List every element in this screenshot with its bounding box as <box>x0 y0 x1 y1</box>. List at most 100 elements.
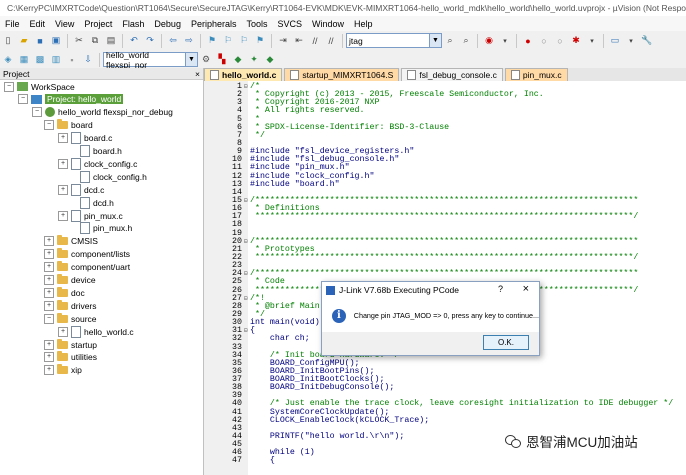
collapse-icon[interactable]: − <box>32 107 42 118</box>
build-icon[interactable]: ▦ <box>17 53 31 66</box>
tree-item[interactable]: + pin_mux.c <box>58 209 123 222</box>
expand-icon[interactable]: + <box>44 287 54 298</box>
rebuild-icon[interactable]: ▩ <box>33 53 47 66</box>
ok-button[interactable]: O.K. <box>483 335 529 350</box>
find-combo[interactable]: jtag ▼ <box>346 33 442 48</box>
tab-hello-world-c[interactable]: hello_world.c <box>204 68 283 81</box>
copy-icon[interactable]: ⧉ <box>88 34 102 47</box>
paste-icon[interactable]: ▤ <box>104 34 118 47</box>
undo-icon[interactable]: ↶ <box>127 34 141 47</box>
save-all-icon[interactable]: ▣ <box>49 34 63 47</box>
target-options-icon[interactable]: ⚙ <box>199 53 213 66</box>
expand-icon[interactable]: + <box>58 158 68 169</box>
expand-icon[interactable]: + <box>44 236 54 247</box>
menu-tools[interactable]: Tools <box>241 19 272 29</box>
tree-item[interactable]: − Project: hello_world <box>18 93 124 106</box>
tree-item[interactable]: + component/lists <box>44 248 130 261</box>
tree-item[interactable]: + utilities <box>44 351 97 364</box>
incremental-find-icon[interactable]: ⌕ <box>459 34 473 47</box>
menu-window[interactable]: Window <box>307 19 349 29</box>
cut-icon[interactable]: ✂ <box>72 34 86 47</box>
help-button[interactable]: ? <box>498 284 503 294</box>
menu-peripherals[interactable]: Peripherals <box>186 19 242 29</box>
menu-view[interactable]: View <box>50 19 79 29</box>
download-icon[interactable]: ⇩ <box>81 53 95 66</box>
expand-icon[interactable]: + <box>44 365 54 376</box>
tree-item[interactable]: + startup <box>44 338 97 351</box>
nav-forward-icon[interactable]: ⇨ <box>182 34 196 47</box>
expand-icon[interactable]: + <box>44 300 54 311</box>
menu-edit[interactable]: Edit <box>25 19 51 29</box>
close-button[interactable]: × <box>523 283 529 295</box>
tree-item[interactable]: + xip <box>44 364 82 377</box>
file-extensions-icon[interactable]: ▚ <box>215 53 229 66</box>
tab-startup-s[interactable]: startup_MIMXRT1064.S <box>284 68 400 81</box>
bookmark-icon[interactable]: ⚑ <box>205 34 219 47</box>
expand-icon[interactable]: + <box>58 184 68 195</box>
uncomment-icon[interactable]: // <box>324 34 338 47</box>
manage-components-icon[interactable]: ◆ <box>231 53 245 66</box>
chevron-down-icon[interactable]: ▼ <box>429 34 441 47</box>
collapse-icon[interactable]: − <box>4 81 14 92</box>
bookmark-prev-icon[interactable]: ⚐ <box>221 34 235 47</box>
expand-icon[interactable]: + <box>58 210 68 221</box>
menu-file[interactable]: File <box>0 19 25 29</box>
tree-item[interactable]: − board <box>44 119 93 132</box>
tree-item[interactable]: pin_mux.h <box>68 222 132 235</box>
target-select[interactable]: hello_world flexspi_nor_ ▼ <box>103 50 198 70</box>
breakpoint-insert-icon[interactable]: ● <box>521 34 535 47</box>
chevron-down-icon[interactable]: ▼ <box>185 53 197 66</box>
expand-icon[interactable]: + <box>44 352 54 363</box>
collapse-icon[interactable]: − <box>18 94 28 105</box>
tab-fsl-debug-console-c[interactable]: fsl_debug_console.c <box>401 68 503 81</box>
expand-icon[interactable]: + <box>58 133 68 144</box>
tree-item[interactable]: + hello_world.c <box>58 325 134 338</box>
breakpoint-enable-icon[interactable]: ○ <box>537 34 551 47</box>
batch-build-icon[interactable]: ▥ <box>49 53 63 66</box>
tree-item[interactable]: − hello_world flexspi_nor_debug <box>32 106 173 119</box>
tree-item[interactable]: − WorkSpace <box>4 80 75 93</box>
expand-icon[interactable]: + <box>44 275 54 285</box>
expand-icon[interactable]: + <box>44 339 54 350</box>
menu-flash[interactable]: Flash <box>117 19 149 29</box>
configure-icon[interactable]: 🔧 <box>640 34 654 47</box>
debug-session-icon[interactable]: ◉ <box>482 34 496 47</box>
close-icon[interactable]: × <box>195 69 200 79</box>
stop-build-icon[interactable]: ▪ <box>65 53 79 66</box>
expand-icon[interactable]: + <box>44 262 54 273</box>
menu-svcs[interactable]: SVCS <box>273 19 308 29</box>
nav-back-icon[interactable]: ⇦ <box>166 34 180 47</box>
breakpoint-dropdown-icon[interactable]: ▾ <box>585 34 599 47</box>
code-editor[interactable]: 1 ⊟/* 2 * Copyright (c) 2013 - 2015, Frees… <box>204 81 686 475</box>
unindent-icon[interactable]: ⇤ <box>292 34 306 47</box>
select-software-packs-icon[interactable]: ◆ <box>263 53 277 66</box>
bookmark-next-icon[interactable]: ⚐ <box>237 34 251 47</box>
redo-icon[interactable]: ↷ <box>143 34 157 47</box>
tree-item[interactable]: + doc <box>44 286 85 299</box>
collapse-icon[interactable]: − <box>44 120 54 131</box>
tree-item[interactable]: + component/uart <box>44 261 130 274</box>
find-in-files-icon[interactable]: ⌕ <box>443 34 457 47</box>
tree-item[interactable]: dcd.h <box>68 196 114 209</box>
tree-item[interactable]: − source <box>44 312 97 325</box>
menu-debug[interactable]: Debug <box>149 19 186 29</box>
tree-item[interactable]: + device <box>44 274 96 287</box>
translate-icon[interactable]: ◈ <box>1 53 15 66</box>
tab-pin-mux-c[interactable]: pin_mux.c <box>504 68 568 81</box>
tree-item[interactable]: + board.c <box>58 132 112 145</box>
menu-help[interactable]: Help <box>349 19 378 29</box>
comment-icon[interactable]: // <box>308 34 322 47</box>
breakpoint-disable-all-icon[interactable]: ○ <box>553 34 567 47</box>
open-file-icon[interactable]: ▰ <box>17 34 31 47</box>
breakpoint-kill-all-icon[interactable]: ✱ <box>569 34 583 47</box>
pack-installer-icon[interactable]: ✦ <box>247 53 261 66</box>
bookmark-clear-icon[interactable]: ⚑ <box>253 34 267 47</box>
window-layout-dropdown-icon[interactable]: ▾ <box>624 34 638 47</box>
tree-item[interactable]: board.h <box>68 145 122 158</box>
expand-icon[interactable]: + <box>58 326 68 337</box>
tree-item[interactable]: clock_config.h <box>68 170 147 183</box>
save-icon[interactable]: ■ <box>33 34 47 47</box>
expand-icon[interactable]: + <box>44 249 54 260</box>
indent-icon[interactable]: ⇥ <box>276 34 290 47</box>
new-file-icon[interactable]: ▯ <box>1 34 15 47</box>
